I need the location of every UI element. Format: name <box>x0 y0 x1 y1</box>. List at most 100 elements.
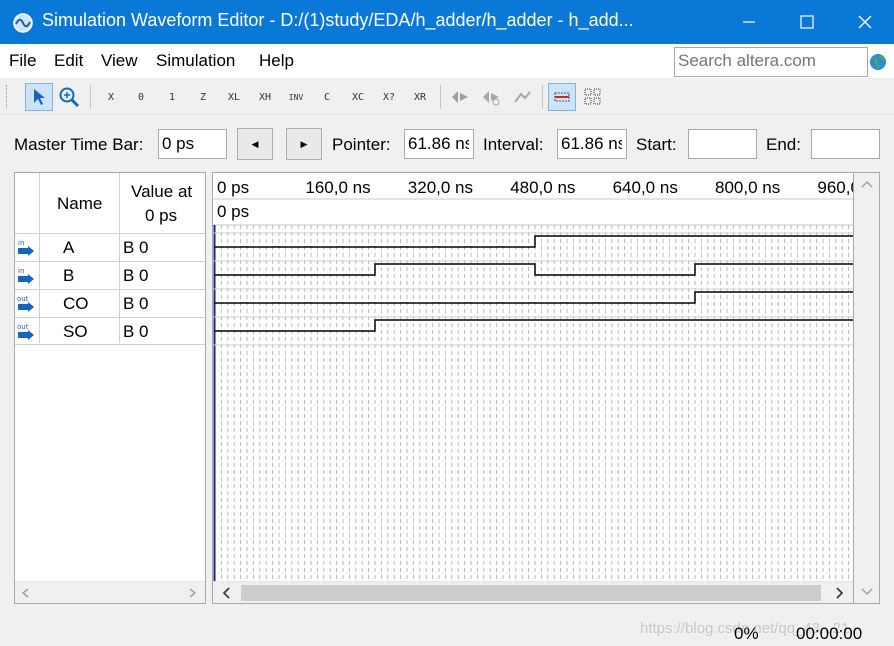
pointer-label: Pointer: <box>332 135 391 154</box>
toolbar: X 0 1 Z XL XH INV C XC X? XR <box>0 79 894 115</box>
maximize-button[interactable] <box>778 0 836 44</box>
run-timing-button[interactable] <box>477 83 505 111</box>
time-label: 480,0 ns <box>510 178 575 197</box>
forcing-high-button[interactable]: 1 <box>158 83 186 111</box>
scroll-right-icon[interactable] <box>833 587 845 599</box>
signal-name: B <box>63 266 75 285</box>
svg-text:in: in <box>18 267 24 275</box>
value-column-header[interactable]: Value at <box>131 182 192 202</box>
count-value-button[interactable]: C <box>313 83 341 111</box>
run-functional-button[interactable] <box>446 83 474 111</box>
waveform-vertical-scrollbar[interactable] <box>854 172 880 604</box>
signal-row[interactable]: in B B 0 <box>15 261 205 289</box>
scroll-left-icon[interactable] <box>21 588 31 598</box>
toolbar-separator <box>90 85 91 109</box>
end-field[interactable] <box>811 129 880 159</box>
globe-icon[interactable] <box>869 53 887 71</box>
menu-edit[interactable]: Edit <box>54 51 83 71</box>
next-transition-button[interactable]: ▶ <box>286 128 322 160</box>
scroll-left-icon[interactable] <box>221 587 233 599</box>
master-time-bar-label: Master Time Bar: <box>14 135 144 154</box>
name-column-header[interactable]: Name <box>57 194 102 214</box>
minimize-button[interactable] <box>720 0 778 44</box>
menu-simulation[interactable]: Simulation <box>156 51 235 71</box>
pointer-field[interactable] <box>404 129 474 159</box>
interval-label: Interval: <box>483 135 544 154</box>
snap-to-grid-button[interactable] <box>548 83 576 111</box>
weak-high-icon: XH <box>258 91 272 103</box>
output-pin-icon: out <box>17 323 34 340</box>
time-label: 800,0 ns <box>715 178 780 197</box>
time-label: 0 ps <box>217 178 249 197</box>
waveform-canvas[interactable]: 0 ps 160,0 ns 320,0 ns 480,0 ns 640,0 ns 800,… <box>213 173 853 581</box>
weak-high-button[interactable]: XH <box>251 83 279 111</box>
start-field[interactable] <box>688 129 757 159</box>
menu-help[interactable]: Help <box>259 51 294 71</box>
close-button[interactable] <box>836 0 894 44</box>
random-value-button[interactable]: XR <box>406 83 434 111</box>
maximize-icon <box>800 15 814 29</box>
search-field[interactable] <box>674 47 868 77</box>
menu-view[interactable]: View <box>101 51 138 71</box>
signal-value: B 0 <box>123 322 149 341</box>
end-label: End: <box>766 135 801 154</box>
scroll-right-icon[interactable] <box>187 588 197 598</box>
interval-input[interactable] <box>558 130 626 158</box>
master-time-bar-field[interactable] <box>158 129 227 159</box>
signal-name: CO <box>63 294 89 313</box>
pointer-input[interactable] <box>405 130 473 158</box>
signal-value: B 0 <box>123 294 149 313</box>
scroll-down-icon[interactable] <box>861 585 873 597</box>
arbitrary-value-button[interactable]: X? <box>375 83 403 111</box>
search-input[interactable] <box>675 48 863 74</box>
netlist-button[interactable] <box>508 83 536 111</box>
signal-row[interactable]: in A B 0 <box>15 233 205 261</box>
high-impedance-icon: Z <box>199 91 207 103</box>
end-input[interactable] <box>812 130 879 158</box>
grid-settings-icon <box>584 88 601 105</box>
forcing-high-icon: 1 <box>168 91 176 103</box>
waveform-pane[interactable]: 0 ps 160,0 ns 320,0 ns 480,0 ns 640,0 ns 800,… <box>212 172 854 604</box>
grid-settings-button[interactable] <box>579 83 607 111</box>
signal-row[interactable]: out SO B 0 <box>15 317 205 345</box>
input-pin-icon: in <box>18 267 34 284</box>
input-pin-icon: in <box>18 239 34 256</box>
window-title: Simulation Waveform Editor - D:/(1)study… <box>42 10 634 30</box>
invert-button[interactable]: INV <box>282 83 310 111</box>
name-pane-horizontal-scrollbar[interactable] <box>15 581 205 603</box>
svg-text:in: in <box>18 239 24 247</box>
invert-icon: INV <box>288 92 304 102</box>
output-pin-icon: out <box>17 295 34 312</box>
waveform-horizontal-scrollbar[interactable] <box>213 581 853 603</box>
pointer-tool-button[interactable] <box>25 83 53 111</box>
minimize-icon <box>743 21 755 23</box>
previous-transition-button[interactable]: ◀ <box>237 128 273 160</box>
signal-row[interactable]: out CO B 0 <box>15 289 205 317</box>
value-column-header-time: 0 ps <box>145 206 178 225</box>
forcing-low-icon: 0 <box>137 91 145 103</box>
zoom-tool-button[interactable] <box>55 83 83 111</box>
start-label: Start: <box>636 135 677 154</box>
weak-low-button[interactable]: XL <box>220 83 248 111</box>
scroll-up-icon[interactable] <box>861 179 873 191</box>
horizontal-scroll-thumb[interactable] <box>241 585 821 601</box>
interval-field[interactable] <box>557 129 627 159</box>
time-label: 640,0 ns <box>613 178 678 197</box>
signal-value: B 0 <box>123 266 149 285</box>
menu-file[interactable]: File <box>9 51 36 71</box>
start-input[interactable] <box>689 130 756 158</box>
signal-name: SO <box>63 322 88 341</box>
high-impedance-button[interactable]: Z <box>189 83 217 111</box>
forcing-low-button[interactable]: 0 <box>127 83 155 111</box>
run-functional-icon <box>452 91 468 103</box>
master-time-bar-input[interactable] <box>159 130 226 158</box>
run-timing-icon <box>483 91 500 106</box>
time-label: 160,0 ns <box>305 178 370 197</box>
clock-button[interactable]: XC <box>344 83 372 111</box>
signal-name: A <box>63 238 75 257</box>
pointer-icon <box>34 89 45 105</box>
title-bar: Simulation Waveform Editor - D:/(1)study… <box>0 0 894 44</box>
forcing-unknown-button[interactable]: X <box>97 83 125 111</box>
toolbar-separator <box>440 85 441 109</box>
netlist-icon <box>514 91 531 103</box>
